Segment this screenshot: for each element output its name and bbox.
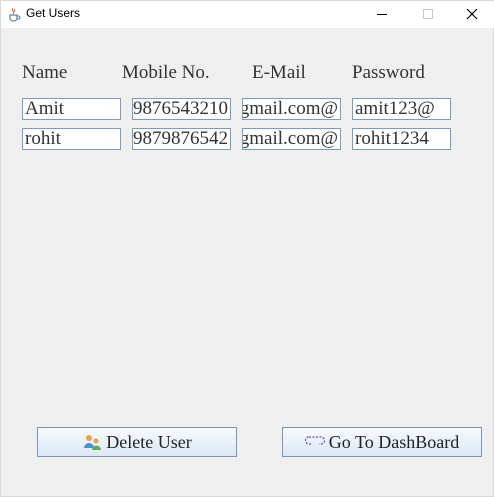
close-icon (466, 9, 478, 20)
column-header-mobile: Mobile No. (122, 62, 210, 83)
email-field[interactable]: @gmail.com (242, 98, 341, 120)
close-button[interactable] (449, 1, 494, 28)
column-header-name: Name (22, 62, 68, 83)
go-to-dashboard-label: Go To DashBoard (328, 431, 460, 452)
dashboard-icon (304, 433, 325, 451)
name-field[interactable]: Amit (22, 98, 121, 120)
minimize-icon (377, 14, 387, 15)
column-header-password: Password (352, 62, 425, 83)
delete-user-button[interactable]: Delete User (37, 427, 237, 457)
email-value: @gmail.com (242, 98, 338, 119)
name-field[interactable]: rohit (22, 128, 121, 150)
maximize-button[interactable] (405, 1, 451, 28)
mobile-value: 9879876542 (133, 128, 228, 149)
column-header-email: E-Mail (252, 62, 306, 83)
maximize-icon (423, 9, 433, 19)
window-title: Get Users (26, 6, 81, 20)
delete-user-label: Delete User (106, 431, 192, 452)
password-field[interactable]: amit123@ (352, 98, 451, 120)
java-cup-icon (7, 6, 21, 22)
mobile-field[interactable]: 9876543210 (132, 98, 231, 120)
mobile-value: 9876543210 (133, 98, 228, 119)
mobile-field[interactable]: 9879876542 (132, 128, 231, 150)
go-to-dashboard-button[interactable]: Go To DashBoard (282, 427, 482, 457)
email-field[interactable]: @gmail.com (242, 128, 341, 150)
minimize-button[interactable] (359, 1, 405, 28)
email-value: @gmail.com (242, 128, 338, 149)
users-icon (82, 433, 102, 451)
get-users-window: Get Users Name Mobile No. E-Mail Passwor… (0, 0, 494, 497)
password-field[interactable]: rohit1234 (352, 128, 451, 150)
title-bar[interactable]: Get Users (1, 1, 494, 28)
